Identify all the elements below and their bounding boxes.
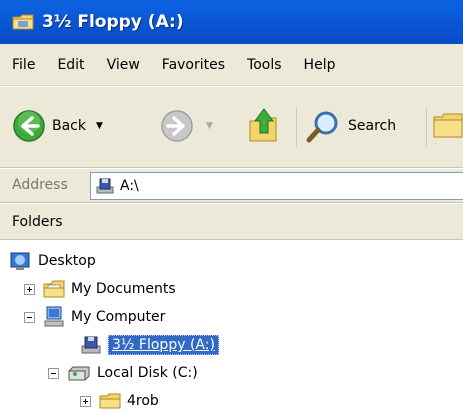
address-bar: Address A:\ — [0, 169, 463, 203]
menu-file[interactable]: File — [12, 57, 35, 73]
tree-item-partial[interactable]: 4rob — [80, 388, 159, 414]
folder-icon — [12, 14, 34, 30]
folders-label: Folders — [12, 213, 63, 230]
back-arrow-icon — [13, 110, 45, 142]
tree-label-desktop: Desktop — [38, 253, 96, 269]
toolbar-separator-2 — [426, 107, 427, 147]
address-value: A:\ — [120, 178, 139, 194]
expand-plus-icon[interactable] — [24, 283, 35, 295]
search-icon — [306, 111, 338, 143]
folders-button[interactable] — [432, 109, 463, 143]
collapse-minus-icon[interactable] — [24, 311, 35, 323]
tree-item-local-disk[interactable]: Local Disk (C:) — [48, 360, 198, 386]
my-documents-icon — [43, 280, 65, 298]
tree-label-my-computer: My Computer — [71, 309, 166, 325]
folders-pane-header: Folders — [0, 204, 463, 240]
expand-plus-icon[interactable] — [80, 395, 91, 407]
collapse-minus-icon[interactable] — [48, 367, 59, 379]
toolbar: Back ▼ ▼ Search — [0, 86, 463, 168]
my-computer-icon — [44, 306, 64, 327]
menu-favorites[interactable]: Favorites — [162, 57, 225, 73]
tree-item-my-computer[interactable]: My Computer — [24, 304, 165, 330]
search-label: Search — [348, 118, 397, 134]
tree-label-local-disk: Local Disk (C:) — [97, 365, 198, 381]
up-folder-button[interactable] — [246, 105, 280, 145]
folder-icon — [99, 393, 121, 409]
tree-item-floppy[interactable]: 3½ Floppy (A:) — [80, 332, 219, 358]
floppy-drive-icon — [96, 178, 114, 194]
menu-view[interactable]: View — [107, 57, 140, 73]
address-input[interactable]: A:\ — [90, 172, 463, 200]
menu-bar: File Edit View Favorites Tools Help — [0, 44, 463, 86]
search-button[interactable]: Search — [306, 109, 396, 143]
tree-label-my-documents: My Documents — [71, 281, 176, 297]
back-label: Back — [52, 118, 86, 134]
back-button[interactable]: Back ▼ — [12, 109, 103, 143]
folder-tree: Desktop My Documents My Computer 3½ Flop… — [0, 241, 463, 409]
up-folder-icon — [249, 108, 277, 142]
title-bar: 3½ Floppy (A:) — [0, 0, 463, 44]
desktop-icon — [10, 252, 30, 270]
menu-help[interactable]: Help — [304, 57, 336, 73]
menu-tools[interactable]: Tools — [247, 57, 282, 73]
window-title: 3½ Floppy (A:) — [42, 12, 184, 32]
forward-button[interactable]: ▼ — [160, 109, 213, 143]
tree-item-desktop[interactable]: Desktop — [10, 248, 96, 274]
forward-arrow-icon — [161, 110, 193, 142]
back-dropdown-icon[interactable]: ▼ — [96, 121, 103, 131]
hard-drive-icon — [68, 366, 90, 381]
forward-dropdown-icon: ▼ — [206, 121, 213, 131]
floppy-drive-icon — [81, 336, 101, 354]
menu-edit[interactable]: Edit — [57, 57, 84, 73]
tree-label-floppy: 3½ Floppy (A:) — [108, 335, 219, 355]
tree-item-my-documents[interactable]: My Documents — [24, 276, 176, 302]
toolbar-separator — [296, 107, 297, 147]
folders-icon — [433, 113, 463, 138]
address-label: Address — [12, 177, 68, 193]
